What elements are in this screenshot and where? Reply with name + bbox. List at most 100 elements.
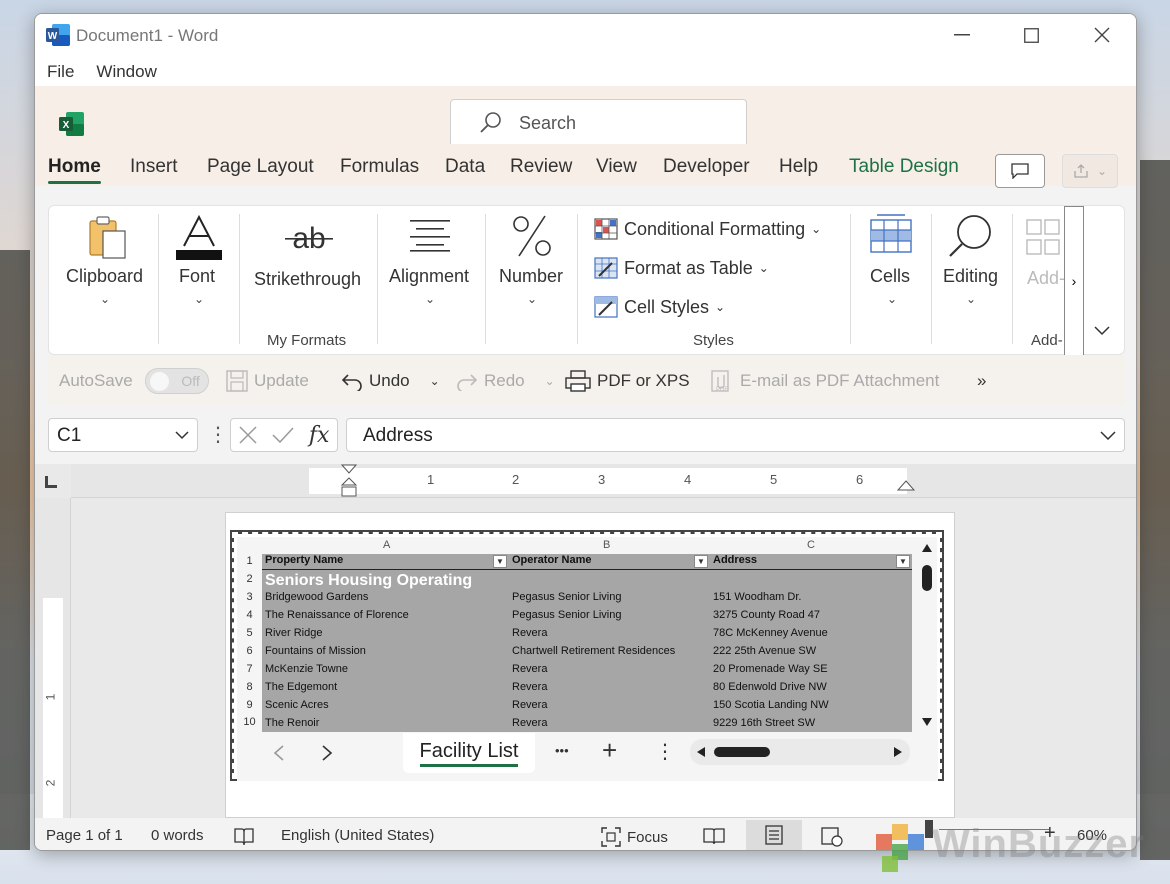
cancel-icon[interactable] — [239, 426, 257, 444]
enter-check-icon[interactable] — [272, 427, 294, 443]
web-layout-button[interactable] — [821, 827, 843, 847]
horizontal-ruler[interactable]: 1 2 3 4 5 6 — [71, 464, 1136, 498]
table-cell[interactable]: 150 Scotia Landing NW — [710, 699, 829, 711]
chevron-right-icon[interactable] — [321, 745, 333, 761]
autosave-control[interactable]: AutoSave Off — [59, 367, 209, 394]
update-button[interactable]: Update — [226, 369, 309, 392]
row-header[interactable]: 10 — [237, 716, 262, 728]
tab-page-layout[interactable]: Page Layout — [207, 156, 314, 178]
minimize-button[interactable] — [940, 20, 984, 50]
horizontal-scroll-thumb[interactable] — [714, 747, 770, 757]
number-group[interactable]: Number ⌄ — [486, 206, 576, 356]
language-status[interactable]: English (United States) — [281, 827, 434, 844]
tab-insert[interactable]: Insert — [130, 156, 178, 178]
row-header[interactable]: 2 — [237, 573, 262, 585]
column-header-b[interactable]: B — [603, 539, 610, 551]
menu-file[interactable]: File — [47, 62, 74, 82]
formula-input[interactable]: Address — [346, 418, 1125, 452]
column-header-a[interactable]: A — [383, 539, 390, 551]
header-operator-name[interactable]: Operator Name ▼ — [509, 554, 710, 570]
table-cell[interactable]: 151 Woodham Dr. — [710, 591, 801, 603]
table-cell[interactable]: Revera — [509, 699, 547, 711]
more-commands-button[interactable]: » — [977, 371, 986, 391]
addins-group[interactable]: Add- Add- — [1013, 206, 1065, 356]
scroll-right-icon[interactable] — [893, 746, 903, 758]
tab-formulas[interactable]: Formulas — [340, 156, 419, 178]
name-box[interactable]: C1 — [48, 418, 198, 452]
table-cell[interactable]: Revera — [509, 717, 547, 729]
ribbon-collapse-button[interactable] — [1094, 323, 1110, 341]
tab-home[interactable]: Home — [48, 156, 101, 184]
table-cell[interactable]: 222 25th Avenue SW — [710, 645, 816, 657]
autosave-toggle[interactable]: Off — [144, 367, 209, 394]
filter-dropdown-icon[interactable]: ▼ — [493, 555, 507, 568]
table-cell[interactable]: Revera — [509, 681, 547, 693]
alignment-group[interactable]: Alignment ⌄ — [378, 206, 484, 356]
table-cell[interactable]: McKenzie Towne — [262, 663, 348, 675]
redo-dropdown-icon[interactable]: ⌄ — [545, 374, 555, 388]
section-title-cell[interactable]: Seniors Housing Operating — [265, 572, 472, 590]
tab-help[interactable]: Help — [779, 156, 818, 178]
row-header[interactable]: 4 — [237, 609, 262, 621]
comments-button[interactable] — [995, 154, 1045, 188]
table-cell[interactable]: The Edgemont — [262, 681, 337, 693]
cell-styles-button[interactable]: Cell Styles ⌄ — [594, 296, 725, 318]
column-header-c[interactable]: C — [807, 539, 815, 551]
row-header[interactable]: 9 — [237, 699, 262, 711]
undo-button[interactable]: Undo ⌄ — [341, 371, 440, 391]
scroll-up-icon[interactable] — [921, 543, 933, 553]
sheet-options-icon[interactable]: ⋮ — [655, 739, 675, 764]
undo-dropdown-icon[interactable]: ⌄ — [430, 374, 440, 388]
table-cell[interactable]: Bridgewood Gardens — [262, 591, 368, 603]
table-cell[interactable]: Scenic Acres — [262, 699, 329, 711]
table-cell[interactable]: The Renaissance of Florence — [262, 609, 409, 621]
table-cell[interactable]: 78C McKenney Avenue — [710, 627, 828, 639]
row-header[interactable]: 7 — [237, 663, 262, 675]
add-sheet-icon[interactable]: + — [602, 735, 617, 766]
chevron-left-icon[interactable] — [273, 745, 285, 761]
vertical-scrollbar[interactable] — [917, 543, 937, 729]
menu-window[interactable]: Window — [96, 62, 156, 82]
row-header[interactable]: 5 — [237, 627, 262, 639]
search-input[interactable]: Search — [450, 99, 747, 147]
cells-group[interactable]: Cells ⌄ — [851, 206, 931, 356]
row-header[interactable]: 6 — [237, 645, 262, 657]
filter-dropdown-icon[interactable]: ▼ — [694, 555, 708, 568]
clipboard-group[interactable]: Clipboard ⌄ — [49, 206, 159, 356]
insert-function-icon[interactable]: fx — [309, 423, 330, 448]
tab-view[interactable]: View — [596, 156, 637, 178]
sheet-tab-facility-list[interactable]: Facility List — [403, 733, 535, 773]
my-formats-group[interactable]: ab Strikethrough My Formats — [240, 206, 376, 356]
table-cell[interactable]: Chartwell Retirement Residences — [509, 645, 675, 657]
table-cell[interactable]: 9229 16th Street SW — [710, 717, 815, 729]
tab-data[interactable]: Data — [445, 156, 485, 178]
close-button[interactable] — [1080, 20, 1124, 50]
word-count[interactable]: 0 words — [151, 827, 204, 844]
table-cell[interactable]: Fountains of Mission — [262, 645, 366, 657]
email-pdf-button[interactable]: PDF E-mail as PDF Attachment — [710, 369, 939, 393]
table-cell[interactable]: 80 Edenwold Drive NW — [710, 681, 827, 693]
table-cell[interactable]: The Renoir — [262, 717, 319, 729]
filter-dropdown-icon[interactable]: ▼ — [896, 555, 910, 568]
table-cell[interactable]: 3275 County Road 47 — [710, 609, 820, 621]
row-header[interactable]: 1 — [237, 555, 262, 567]
vertical-ruler[interactable]: 1 2 — [35, 498, 71, 818]
right-indent-marker-icon[interactable] — [897, 478, 915, 492]
formula-bar-grip-icon[interactable]: ⋮ — [208, 422, 228, 447]
table-cell[interactable]: Pegasus Senior Living — [509, 591, 621, 603]
format-as-table-button[interactable]: Format as Table ⌄ — [594, 257, 769, 279]
ribbon-scroll-right-button[interactable]: › — [1064, 206, 1084, 356]
indent-marker-icon[interactable] — [339, 464, 359, 498]
font-group[interactable]: Font ⌄ — [159, 206, 239, 356]
header-address[interactable]: Address ▼ — [710, 554, 912, 570]
print-layout-button[interactable] — [746, 820, 802, 850]
table-cell[interactable]: 20 Promenade Way SE — [710, 663, 828, 675]
table-cell[interactable]: Pegasus Senior Living — [509, 609, 621, 621]
row-header[interactable]: 3 — [237, 591, 262, 603]
share-button[interactable]: ⌄ — [1062, 154, 1118, 188]
embedded-worksheet[interactable]: A B C 1 2 3 4 5 6 7 8 9 10 Property Name ▼ Operat… — [230, 530, 944, 781]
tab-table-design[interactable]: Table Design — [849, 156, 959, 178]
table-cell[interactable]: River Ridge — [262, 627, 322, 639]
focus-button[interactable]: Focus — [601, 827, 668, 847]
more-sheets-icon[interactable]: ••• — [555, 743, 569, 758]
